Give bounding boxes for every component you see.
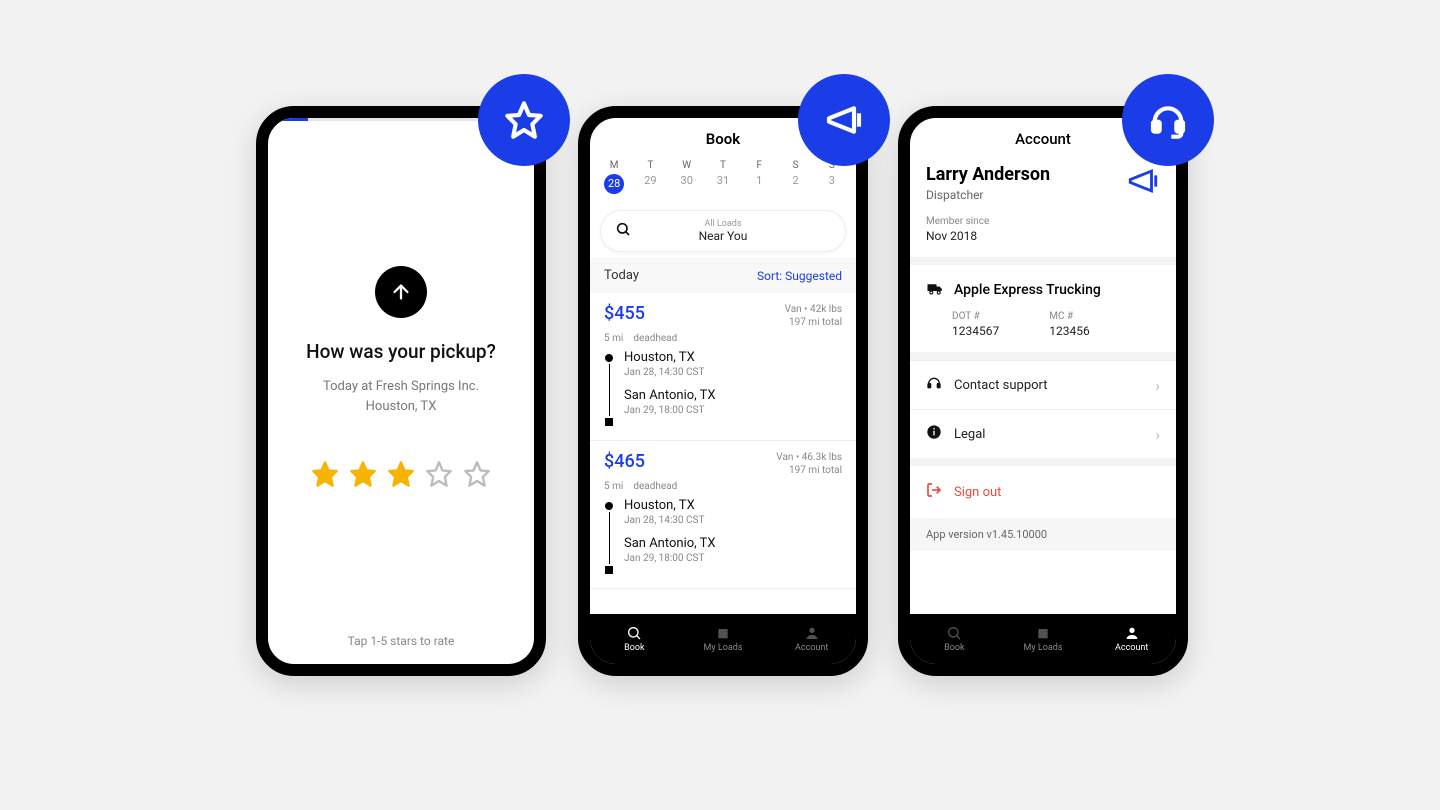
chevron-right-icon: › xyxy=(1155,376,1160,395)
tab-myloads[interactable]: My Loads xyxy=(679,614,768,664)
headset-badge-icon xyxy=(1122,74,1214,166)
day-cell[interactable]: S2 xyxy=(782,160,810,194)
star-badge-icon xyxy=(478,74,570,166)
rating-place: Today at Fresh Springs Inc. xyxy=(268,377,534,397)
star-icon[interactable] xyxy=(387,460,415,492)
load-meta: Van • 42k lbs197 mi total xyxy=(785,303,842,329)
dest-city: San Antonio, TX xyxy=(624,536,716,551)
origin-city: Houston, TX xyxy=(624,498,716,513)
day-cell[interactable]: F1 xyxy=(745,160,773,194)
company-card[interactable]: Apple Express Trucking DOT # 1234567 MC … xyxy=(910,265,1176,352)
search-label-top: All Loads xyxy=(615,219,831,229)
star-rating[interactable] xyxy=(268,460,534,492)
day-cell[interactable]: T31 xyxy=(709,160,737,194)
dot-label: DOT # xyxy=(952,311,999,322)
rating-question: How was your pickup? xyxy=(268,340,534,363)
load-price: $465 xyxy=(604,451,645,472)
user-role: Dispatcher xyxy=(926,188,1050,202)
tab-bar: Book My Loads Account xyxy=(590,614,856,664)
origin-time: Jan 28, 14:30 CST xyxy=(624,367,716,378)
app-version: App version v1.45.10000 xyxy=(910,518,1176,551)
day-cell[interactable]: M28 xyxy=(600,160,628,194)
week-strip[interactable]: M28T29W30T31F1S2S3 xyxy=(590,156,856,204)
load-meta: Van • 46.3k lbs197 mi total xyxy=(776,451,842,477)
star-icon[interactable] xyxy=(311,460,339,492)
load-list: $455 Van • 42k lbs197 mi total 5 mi deadh… xyxy=(590,293,856,589)
load-card[interactable]: $455 Van • 42k lbs197 mi total 5 mi deadh… xyxy=(590,293,856,441)
company-name: Apple Express Trucking xyxy=(954,282,1101,298)
dest-time: Jan 29, 18:00 CST xyxy=(624,405,716,416)
tab-book[interactable]: Book xyxy=(590,614,679,664)
arrow-up-icon xyxy=(375,266,427,318)
megaphone-badge-icon xyxy=(798,74,890,166)
member-since-label: Member since xyxy=(926,216,1050,227)
dest-time: Jan 29, 18:00 CST xyxy=(624,553,716,564)
day-cell[interactable]: T29 xyxy=(636,160,664,194)
user-name: Larry Anderson xyxy=(926,164,1050,185)
signout-icon xyxy=(926,482,942,502)
tab-book[interactable]: Book xyxy=(910,614,999,664)
phone-rating: Skip How was your pickup? Today at Fresh… xyxy=(256,106,546,676)
dest-city: San Antonio, TX xyxy=(624,388,716,403)
sign-out-label: Sign out xyxy=(954,485,1001,500)
rating-hint: Tap 1-5 stars to rate xyxy=(268,634,534,648)
contact-support-row[interactable]: Contact support › xyxy=(910,360,1176,409)
sort-button[interactable]: Sort: Suggested xyxy=(757,269,842,283)
headset-icon xyxy=(926,375,942,395)
page-title: Book xyxy=(706,130,740,148)
tab-account[interactable]: Account xyxy=(767,614,856,664)
origin-time: Jan 28, 14:30 CST xyxy=(624,515,716,526)
section-heading: Today xyxy=(604,268,639,283)
megaphone-icon xyxy=(1126,164,1160,202)
search-label-bottom: Near You xyxy=(615,229,831,243)
phone-book: Book M28T29W30T31F1S2S3 All Loads Near Y… xyxy=(578,106,868,676)
legal-row[interactable]: Legal › xyxy=(910,409,1176,458)
deadhead-distance: 5 mi xyxy=(604,481,623,492)
sign-out-button[interactable]: Sign out xyxy=(910,466,1176,518)
info-icon xyxy=(926,424,942,444)
rating-location: Houston, TX xyxy=(268,397,534,417)
star-icon[interactable] xyxy=(349,460,377,492)
search-icon xyxy=(615,221,631,241)
load-card[interactable]: $465 Van • 46.3k lbs197 mi total 5 mi dea… xyxy=(590,441,856,589)
member-since-value: Nov 2018 xyxy=(926,229,1050,243)
phone-account: Account Larry Anderson Dispatcher Member… xyxy=(898,106,1188,676)
mc-value: 123456 xyxy=(1049,324,1089,338)
dot-value: 1234567 xyxy=(952,324,999,338)
contact-support-label: Contact support xyxy=(954,378,1143,393)
tab-account[interactable]: Account xyxy=(1087,614,1176,664)
mc-label: MC # xyxy=(1049,311,1089,322)
tab-myloads[interactable]: My Loads xyxy=(999,614,1088,664)
deadhead-label: deadhead xyxy=(633,333,677,344)
truck-icon xyxy=(926,279,944,301)
day-cell[interactable]: W30 xyxy=(673,160,701,194)
deadhead-distance: 5 mi xyxy=(604,333,623,344)
deadhead-label: deadhead xyxy=(633,481,677,492)
chevron-right-icon: › xyxy=(1155,425,1160,444)
search-input[interactable]: All Loads Near You xyxy=(600,210,846,252)
legal-label: Legal xyxy=(954,427,1143,442)
origin-city: Houston, TX xyxy=(624,350,716,365)
star-icon[interactable] xyxy=(463,460,491,492)
load-price: $455 xyxy=(604,303,645,324)
star-icon[interactable] xyxy=(425,460,453,492)
tab-bar: Book My Loads Account xyxy=(910,614,1176,664)
